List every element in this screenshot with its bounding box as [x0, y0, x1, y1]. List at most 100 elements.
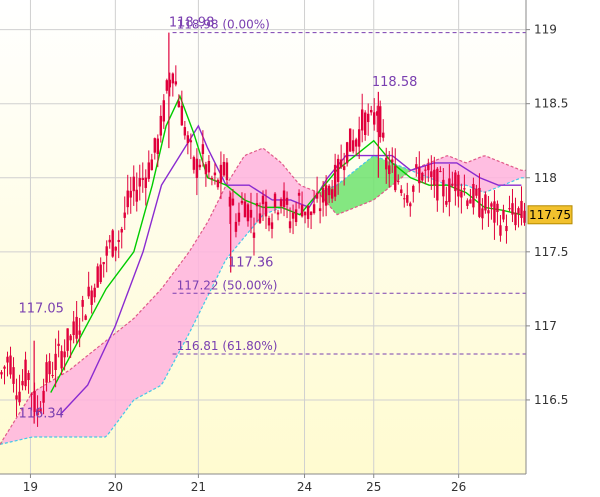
candle-body [412, 185, 415, 192]
candle-body [84, 315, 87, 320]
candle-body [255, 203, 259, 207]
candle-body [397, 181, 400, 183]
candle-body [27, 372, 30, 381]
candle-body [385, 157, 388, 170]
chart-svg: 118.98 (0.00%)117.22 (50.00%)116.81 (61.… [0, 0, 600, 497]
candle-body [123, 212, 126, 218]
candle-body [424, 169, 427, 171]
last-price-label: 117.75 [529, 208, 571, 222]
candle-body [207, 160, 211, 173]
candle-body [252, 232, 256, 238]
candle-body [186, 135, 190, 144]
candle-body [63, 351, 66, 358]
candle-body [198, 164, 202, 168]
candle-body [9, 355, 12, 375]
xtick-label: 20 [108, 480, 123, 494]
candle-body [282, 190, 286, 207]
candle-body [403, 198, 406, 200]
candle-body [312, 204, 316, 214]
candle-body [294, 209, 298, 223]
candle-body [180, 105, 184, 126]
candle-body [153, 138, 156, 153]
candle-body [306, 205, 310, 219]
candle-body [87, 286, 90, 297]
candle-body [111, 230, 114, 257]
candle-body [183, 127, 187, 136]
last-price-marker: 117.75 [527, 205, 573, 225]
candle-body [42, 390, 45, 403]
candle-body [418, 167, 421, 184]
candle-body [165, 80, 169, 91]
candle-body [72, 321, 75, 336]
candle-body [297, 192, 301, 196]
candle-body [327, 185, 331, 196]
candle-body [258, 213, 262, 223]
candle-body [105, 246, 108, 256]
candle-body [342, 166, 346, 171]
candle-body [24, 359, 27, 387]
candle-body [367, 113, 370, 123]
candle-body [108, 239, 111, 243]
ytick-label: 117.5 [534, 245, 568, 259]
candle-body [448, 178, 451, 203]
candle-body [321, 187, 325, 203]
candle-body [237, 212, 241, 222]
candle-body [324, 185, 328, 206]
candle-body [141, 178, 144, 180]
candle-body [144, 177, 147, 188]
candle-body [439, 171, 442, 173]
candle-body [445, 200, 448, 205]
candle-body [204, 164, 208, 175]
candle-body [388, 165, 391, 175]
candle-body [469, 199, 472, 204]
candle-body [93, 287, 96, 298]
candle-body [216, 179, 220, 188]
candle-body [75, 316, 78, 339]
candle-body [442, 179, 445, 197]
candle-body [48, 361, 51, 375]
candle-body [333, 164, 337, 197]
ytick-label: 118.5 [534, 97, 568, 111]
candle-body [78, 330, 81, 335]
candle-body [156, 138, 159, 154]
candle-body [391, 159, 394, 163]
candle-body [288, 221, 292, 229]
candle-body [457, 174, 460, 197]
candle-body [12, 367, 15, 384]
candle-body [339, 159, 343, 168]
candle-body [261, 195, 265, 205]
candle-body [126, 190, 129, 208]
candle-body [213, 172, 217, 176]
candle-body [493, 201, 496, 223]
xtick-label: 26 [451, 480, 466, 494]
candle-body [318, 208, 322, 212]
candle-body [231, 198, 235, 206]
candle-body [189, 140, 193, 143]
candle-body [400, 189, 403, 194]
candle-body [472, 183, 475, 208]
candle-body [54, 353, 57, 371]
candle-body [171, 73, 175, 84]
candle-body [373, 112, 376, 125]
candle-body [120, 228, 123, 233]
candle-body [436, 168, 439, 201]
candle-body [357, 129, 361, 147]
candle-body [520, 200, 523, 218]
candle-body [132, 176, 135, 192]
candle-body [45, 362, 48, 383]
candle-body [490, 203, 493, 207]
candle-body [114, 246, 117, 251]
candle-body [354, 139, 358, 147]
candle-body [475, 188, 478, 196]
candle-body [243, 201, 247, 218]
candle-body [430, 171, 433, 178]
price-annotation: 118.58 [372, 75, 418, 90]
candle-body [225, 162, 229, 181]
candle-body [96, 266, 99, 288]
xtick-label: 24 [297, 480, 312, 494]
candle-body [499, 225, 502, 236]
candle-body [345, 142, 349, 164]
candle-body [394, 165, 397, 191]
candle-body [0, 372, 3, 375]
candle-body [496, 203, 499, 213]
